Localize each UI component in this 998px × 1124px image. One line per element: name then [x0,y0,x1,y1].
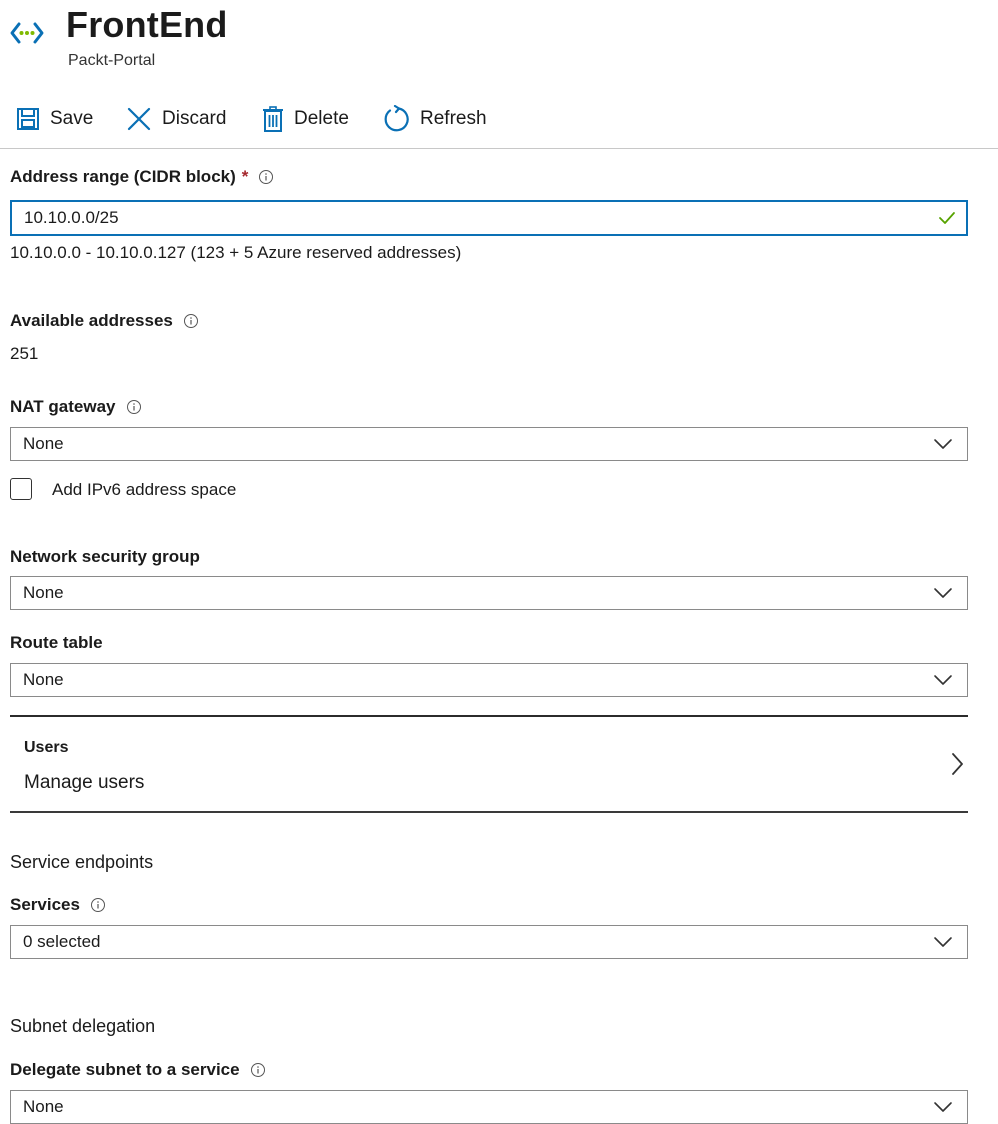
services-selected: 0 selected [23,932,101,951]
save-button[interactable]: Save [16,100,93,138]
nat-gateway-select[interactable]: None [10,427,968,461]
required-marker: * [241,167,249,186]
delegate-subnet-label: Delegate subnet to a service [10,1060,266,1080]
nat-gateway-label: NAT gateway [10,397,142,417]
refresh-icon [384,105,409,132]
manage-users-link[interactable]: Users Manage users [10,718,968,812]
address-range-input[interactable]: 10.10.0.0/25 [10,200,968,236]
page-title: FrontEnd [66,4,228,45]
nsg-label: Network security group [10,547,200,566]
users-bottom-divider [10,811,968,813]
checkmark-icon [939,212,955,224]
ipv6-checkbox-label: Add IPv6 address space [52,480,237,499]
refresh-button[interactable]: Refresh [382,100,487,138]
chevron-down-icon [934,439,952,449]
delegate-subnet-select[interactable]: None [10,1090,968,1124]
page-subtitle: Packt-Portal [68,52,156,69]
virtual-network-icon [10,22,44,44]
chevron-right-icon [952,753,963,775]
toolbar-divider [0,148,998,149]
nsg-selected: None [23,583,64,602]
refresh-label: Refresh [420,108,487,129]
discard-button[interactable]: Discard [126,100,226,138]
users-title: Users [24,739,69,756]
service-endpoints-heading: Service endpoints [10,852,154,872]
trash-icon [263,106,283,132]
info-icon[interactable] [183,313,199,329]
toolbar: Save Discard Delete Refresh [0,100,998,138]
close-icon [127,107,151,131]
info-icon[interactable] [250,1062,266,1078]
services-select[interactable]: 0 selected [10,925,968,959]
chevron-down-icon [934,1102,952,1112]
services-label: Services [10,895,106,915]
route-table-label: Route table [10,633,103,652]
delete-button[interactable]: Delete [262,100,349,138]
ipv6-checkbox[interactable] [10,478,32,500]
info-icon[interactable] [258,169,274,185]
available-addresses-label: Available addresses [10,311,199,331]
delete-label: Delete [294,108,349,129]
address-range-value: 10.10.0.0/25 [24,208,119,227]
nsg-select[interactable]: None [10,576,968,610]
route-table-select[interactable]: None [10,663,968,697]
chevron-down-icon [934,675,952,685]
save-icon [17,108,39,130]
subnet-delegation-heading: Subnet delegation [10,1016,156,1036]
users-subtitle: Manage users [24,772,145,793]
discard-label: Discard [162,108,227,129]
address-range-label: Address range (CIDR block) * [10,167,274,187]
address-range-hint: 10.10.0.0 - 10.10.0.127 (123 + 5 Azure r… [10,243,462,262]
users-top-divider [10,715,968,717]
available-addresses-value: 251 [10,344,39,363]
route-table-selected: None [23,670,64,689]
chevron-down-icon [934,588,952,598]
info-icon[interactable] [126,399,142,415]
delegate-subnet-selected: None [23,1097,64,1116]
info-icon[interactable] [90,897,106,913]
chevron-down-icon [934,937,952,947]
nat-gateway-selected: None [23,434,64,453]
save-label: Save [50,108,94,129]
